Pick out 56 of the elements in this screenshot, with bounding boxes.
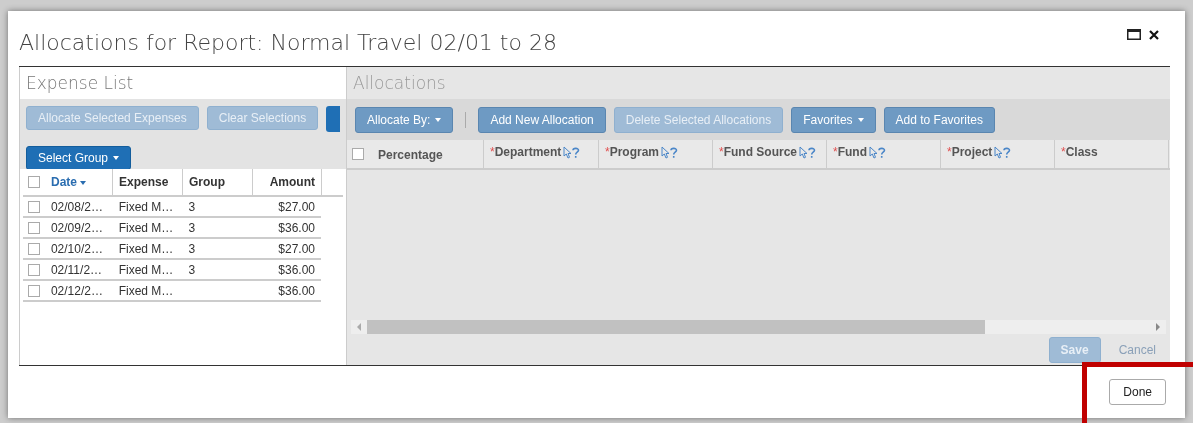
- column-header: *Department: [490, 144, 562, 159]
- column-header: *Fund Source: [719, 144, 797, 159]
- table-cell: 3: [188, 220, 196, 235]
- column-header: *Project: [947, 144, 993, 159]
- help-cursor-icon[interactable]: [661, 146, 679, 159]
- column-header: *Program: [605, 144, 660, 159]
- column-header[interactable]: Date: [51, 175, 86, 189]
- maximize-icon[interactable]: [1127, 29, 1141, 40]
- checkbox[interactable]: [27, 242, 40, 255]
- table-cell: Fixed M…: [118, 283, 174, 298]
- table-cell: 02/10/2…: [50, 241, 103, 256]
- table-cell: Fixed M…: [118, 262, 174, 277]
- dialog-title: Allocations for Report: Normal Travel 02/01 to 28: [19, 30, 557, 55]
- table-cell: $36.00: [278, 283, 315, 298]
- toolbar-button[interactable]: Add New Allocation: [478, 106, 606, 133]
- column-header: *Fund: [833, 144, 867, 159]
- toolbar-button[interactable]: Add to Favorites: [883, 106, 995, 133]
- toolbar-button[interactable]: Favorites: [791, 106, 876, 133]
- select-group-button[interactable]: Select Group: [26, 146, 132, 169]
- column-header: *Class: [1061, 144, 1098, 159]
- table-cell: 02/12/2…: [50, 283, 103, 298]
- table-cell: 02/11/2…: [50, 262, 103, 277]
- checkbox[interactable]: [27, 221, 40, 234]
- done-button[interactable]: Done: [1109, 379, 1166, 405]
- table-cell: $36.00: [278, 220, 315, 235]
- cancel-button[interactable]: Cancel: [1118, 342, 1156, 357]
- help-cursor-icon[interactable]: [563, 146, 581, 159]
- table-cell: Fixed M…: [118, 220, 174, 235]
- table-cell: 3: [188, 241, 196, 256]
- table-cell: Fixed M…: [118, 241, 174, 256]
- toolbar-button[interactable]: Allocate By:: [355, 106, 454, 133]
- help-cursor-icon[interactable]: [869, 146, 886, 159]
- column-header: Percentage: [378, 148, 443, 162]
- table-cell: $27.00: [278, 241, 315, 256]
- checkbox[interactable]: [27, 200, 40, 213]
- table-cell: 02/09/2…: [50, 220, 103, 235]
- table-cell: 02/08/2…: [50, 199, 103, 214]
- table-cell: $27.00: [278, 199, 315, 214]
- horizontal-scrollbar[interactable]: [351, 320, 1166, 334]
- toolbar-button[interactable]: [326, 106, 341, 132]
- column-header[interactable]: Amount: [269, 175, 315, 189]
- panel-heading: Allocations: [353, 73, 446, 93]
- table-cell: 3: [188, 199, 196, 214]
- column-header[interactable]: Expense: [119, 175, 169, 189]
- column-header[interactable]: Group: [189, 175, 225, 189]
- close-icon[interactable]: [1149, 29, 1159, 40]
- checkbox[interactable]: [352, 148, 364, 160]
- help-cursor-icon[interactable]: [994, 146, 1012, 159]
- table-cell: $36.00: [278, 262, 315, 277]
- checkbox[interactable]: [27, 263, 40, 276]
- help-cursor-icon[interactable]: [799, 146, 816, 159]
- checkbox[interactable]: [27, 284, 40, 297]
- table-cell: 3: [188, 262, 196, 277]
- panel-heading: Expense List: [26, 73, 134, 93]
- table-cell: Fixed M…: [118, 199, 174, 214]
- checkbox[interactable]: [28, 176, 40, 188]
